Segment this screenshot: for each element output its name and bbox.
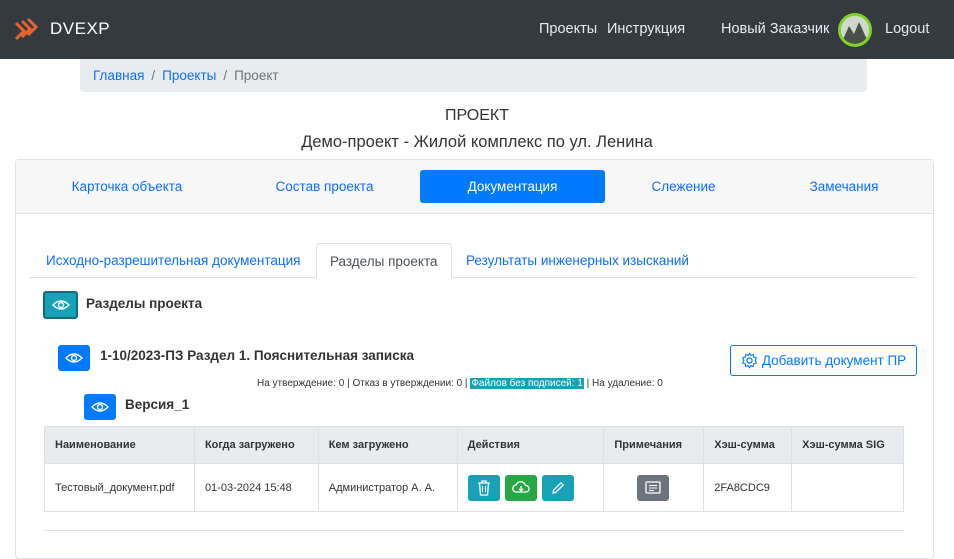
cell-actions [456, 463, 605, 512]
tab-permit-docs[interactable]: Исходно-разрешительная документация [33, 243, 313, 278]
logout-link[interactable]: Logout [885, 21, 929, 37]
section-toggle-button[interactable] [58, 345, 90, 371]
sections-title: Разделы проекта [86, 296, 203, 311]
message-icon [645, 481, 661, 494]
tab-documentation[interactable]: Документация [420, 170, 605, 203]
download-button[interactable] [504, 474, 537, 501]
sections-toggle-button[interactable] [43, 291, 78, 319]
cell-uploaded: 01-03-2024 15:48 [193, 463, 319, 512]
col-actions: Действия [456, 426, 605, 464]
brand[interactable]: DVEXP [14, 17, 110, 41]
col-hash: Хэш-сумма [703, 426, 793, 464]
col-name: Наименование [44, 426, 195, 464]
divider [44, 530, 904, 531]
eye-icon [51, 300, 70, 310]
version-title: Версия_1 [125, 397, 190, 412]
tab-engineering-surveys[interactable]: Результаты инженерных изысканий [453, 243, 702, 278]
tab-project-composition[interactable]: Состав проекта [232, 170, 417, 203]
col-uploaded-by: Кем загружено [317, 426, 458, 464]
nav-projects-link[interactable]: Проекты [539, 21, 597, 37]
nav-instructions-link[interactable]: Инструкция [607, 21, 685, 37]
nav-user-link[interactable]: Новый Заказчик [721, 21, 829, 37]
status-counts: На утверждение: 0 | Отказ в утверждении:… [257, 378, 468, 389]
delete-button[interactable] [467, 474, 500, 501]
notes-button[interactable] [637, 474, 670, 501]
page-title: ПРОЕКТ [444, 107, 510, 124]
avatar-image-icon [841, 16, 869, 44]
breadcrumb-separator: / [151, 68, 156, 83]
cell-hash: 2FA8CDC9 [703, 463, 793, 512]
tab-object-card[interactable]: Карточка объекта [42, 170, 212, 203]
cloud-download-icon [511, 480, 530, 493]
breadcrumb: Главная / Проекты / Проект [80, 59, 867, 92]
brand-name: DVEXP [50, 19, 111, 38]
breadcrumb-projects[interactable]: Проекты [162, 68, 216, 83]
cell-notes [603, 463, 705, 512]
breadcrumb-current: Проект [234, 68, 279, 83]
edit-button[interactable] [541, 474, 574, 501]
breadcrumb-home[interactable]: Главная [93, 68, 144, 83]
cell-uploaded-by: Администратор А. А. [317, 463, 458, 512]
col-uploaded: Когда загружено [193, 426, 319, 464]
project-name: Демо-проект - Жилой комплекс по ул. Лени… [301, 133, 653, 151]
sub-tabs: Исходно-разрешительная документация Разд… [30, 243, 917, 279]
eye-icon [91, 402, 109, 412]
brand-logo-icon [14, 17, 39, 41]
col-notes: Примечания [603, 426, 705, 464]
breadcrumb-separator: / [223, 68, 228, 83]
table-header-row: Наименование Когда загружено Кем загруже… [44, 426, 904, 464]
add-document-label: Добавить документ ПР [761, 353, 907, 368]
status-summary: На утверждение: 0 | Отказ в утверждении:… [257, 378, 663, 389]
cell-hash-sig [791, 463, 904, 512]
add-document-button[interactable]: Добавить документ ПР [730, 345, 917, 376]
tab-project-sections[interactable]: Разделы проекта [316, 243, 452, 279]
unsigned-files-badge: Файлов без подписей: 1 [470, 378, 584, 389]
pencil-icon [551, 481, 564, 494]
tab-tracking[interactable]: Слежение [606, 170, 761, 203]
col-hash-sig: Хэш-сумма SIG [791, 426, 904, 464]
trash-icon [477, 479, 490, 496]
section-title: 1-10/2023-ПЗ Раздел 1. Пояснительная зап… [100, 348, 414, 363]
tab-remarks[interactable]: Замечания [774, 170, 914, 203]
version-toggle-button[interactable] [84, 394, 116, 420]
documents-table: Наименование Когда загружено Кем загруже… [44, 426, 904, 512]
avatar[interactable] [838, 13, 872, 47]
gear-icon [741, 352, 757, 369]
top-navbar: DVEXP Проекты Инструкция Новый Заказчик … [0, 0, 954, 59]
main-tabs: Карточка объекта Состав проекта Документ… [16, 160, 933, 214]
eye-icon [65, 353, 83, 363]
status-delete: | На удаление: 0 [586, 378, 663, 389]
table-row: Тестовый_документ.pdf 01-03-2024 15:48 А… [44, 463, 904, 512]
cell-name: Тестовый_документ.pdf [44, 463, 195, 512]
